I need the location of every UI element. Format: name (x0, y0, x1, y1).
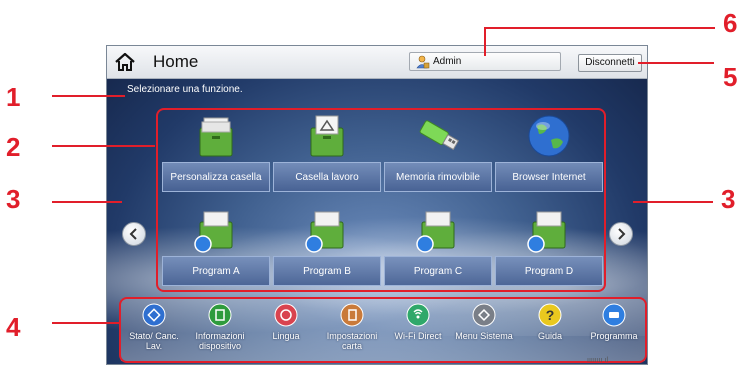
callout-3-right: 3 (721, 184, 736, 214)
callout-4: 4 (6, 312, 21, 342)
device-screen: Home Admin Disconnetti Selezionare una f… (106, 45, 648, 365)
chevron-right-icon (618, 228, 626, 240)
program-icon (602, 303, 626, 327)
custom-box-icon (199, 117, 233, 157)
function-label: Browser Internet (495, 162, 603, 192)
function-label: Program D (495, 256, 603, 286)
function-tile-custom-box[interactable]: Personalizza casella (162, 112, 270, 194)
callout-6-drop (484, 27, 486, 56)
task-label: Guida (537, 331, 563, 341)
task-help[interactable]: ? Guida (517, 303, 583, 359)
task-label: Programma (590, 331, 638, 341)
figure-code: ıııııııı ıl (587, 357, 609, 364)
page-title: Home (153, 52, 199, 71)
callout-5: 5 (723, 62, 738, 92)
callout-2: 2 (6, 132, 21, 162)
instruction-text: Selezionare una funzione. (127, 84, 243, 95)
task-device-info[interactable]: Informazioni dispositivo (187, 303, 253, 359)
user-icon (416, 55, 430, 69)
function-tile-job-box[interactable]: Casella lavoro (273, 112, 381, 194)
home-icon[interactable] (114, 51, 136, 73)
function-tile-internet-browser[interactable]: Browser Internet (495, 112, 603, 194)
callout-3-right-line (633, 201, 713, 203)
function-tile-removable-memory[interactable]: Memoria rimovibile (384, 112, 492, 194)
svg-text:?: ? (546, 307, 555, 323)
task-label: Menu Sistema (455, 331, 513, 341)
callout-1: 1 (6, 82, 21, 112)
function-label: Program B (273, 256, 381, 286)
callout-5-line (638, 62, 714, 64)
function-tile-program-a[interactable]: Program A (162, 206, 270, 288)
function-label: Program A (162, 256, 270, 286)
callout-6-line (485, 27, 715, 29)
language-icon (274, 303, 298, 327)
function-tile-program-b[interactable]: Program B (273, 206, 381, 288)
system-menu-icon (472, 303, 496, 327)
function-label: Program C (384, 256, 492, 286)
previous-page-button[interactable] (122, 222, 146, 246)
callout-6: 6 (723, 8, 738, 38)
next-page-button[interactable] (609, 222, 633, 246)
function-label: Casella lavoro (273, 162, 381, 192)
task-label: Stato/ Canc. Lav. (129, 331, 179, 351)
callout-1-line (52, 95, 125, 97)
task-paper-settings[interactable]: Impostazioni carta (319, 303, 385, 359)
admin-label: Admin (433, 56, 462, 67)
callout-3-left: 3 (6, 184, 21, 214)
task-system-menu[interactable]: Menu Sistema (451, 303, 517, 359)
globe-icon (528, 115, 570, 157)
program-icon (527, 211, 566, 253)
top-bar: Home Admin Disconnetti (107, 46, 647, 79)
wifi-direct-icon (406, 303, 430, 327)
function-tile-program-c[interactable]: Program C (384, 206, 492, 288)
callout-3-left-line (52, 201, 122, 203)
paper-settings-icon (340, 303, 364, 327)
help-icon: ? (538, 303, 562, 327)
logout-button[interactable]: Disconnetti (578, 54, 642, 72)
function-label: Memoria rimovibile (384, 162, 492, 192)
task-label: Informazioni dispositivo (195, 331, 245, 351)
callout-2-line (52, 145, 155, 147)
task-label: Wi-Fi Direct (394, 331, 442, 341)
task-status-job-cancel[interactable]: Stato/ Canc. Lav. (121, 303, 187, 359)
callout-4-line (52, 322, 120, 324)
usb-drive-icon (419, 120, 460, 151)
task-language[interactable]: Lingua (253, 303, 319, 359)
program-icon (416, 211, 455, 253)
task-label: Lingua (272, 331, 300, 341)
program-icon (305, 211, 344, 253)
program-icon (194, 211, 233, 253)
chevron-left-icon (129, 228, 137, 240)
device-info-icon (208, 303, 232, 327)
status-icon (142, 303, 166, 327)
task-label: Impostazioni carta (326, 331, 378, 351)
task-program[interactable]: Programma (581, 303, 647, 359)
job-box-icon (310, 115, 344, 157)
task-wifi-direct[interactable]: Wi-Fi Direct (385, 303, 451, 359)
function-label: Personalizza casella (162, 162, 270, 192)
function-tile-program-d[interactable]: Program D (495, 206, 603, 288)
